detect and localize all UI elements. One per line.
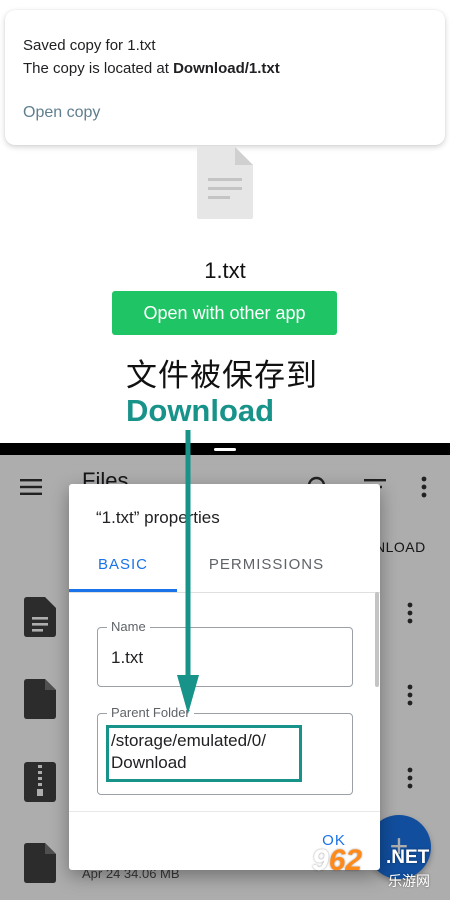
name-field-value: 1.txt	[111, 648, 144, 667]
watermark-cn: 乐游网	[388, 873, 430, 889]
dialog-scrollbar[interactable]	[375, 592, 379, 687]
split-screen-handle[interactable]	[214, 448, 236, 451]
annotation-caption: 文件被保存到	[126, 358, 318, 393]
snackbar-message-prefix: The copy is located at	[23, 60, 174, 77]
name-field[interactable]: Name 1.txt	[97, 619, 353, 687]
tab-basic[interactable]: BASIC	[69, 546, 177, 592]
saved-copy-pane: Saved copy for 1.txt The copy is located…	[0, 0, 450, 443]
snackbar-message-location: Download/1.txt	[173, 60, 280, 77]
watermark-number-a: 9	[312, 844, 329, 877]
snackbar-message: The copy is located at Download/1.txt	[23, 60, 280, 77]
document-icon	[197, 147, 253, 219]
site-watermark: 962 .NET 乐游网	[312, 838, 446, 894]
actions-divider	[69, 811, 380, 812]
snackbar-title: Saved copy for 1.txt	[23, 37, 156, 54]
watermark-net: .NET	[386, 847, 430, 868]
open-copy-button[interactable]: Open copy	[23, 104, 100, 122]
annotation-arrow-icon	[177, 430, 199, 714]
saved-copy-snackbar: Saved copy for 1.txt The copy is located…	[5, 10, 445, 145]
open-with-other-app-button[interactable]: Open with other app	[112, 291, 337, 335]
tabs-divider	[69, 592, 380, 593]
annotation-highlight-box	[106, 725, 302, 782]
watermark-number: 962	[312, 844, 362, 878]
watermark-number-b: 62	[328, 844, 363, 877]
name-field-label: Name	[107, 619, 150, 634]
annotation-caption-download: Download	[126, 393, 275, 428]
preview-file-name: 1.txt	[204, 258, 246, 283]
properties-dialog: “1.txt” properties BASIC PERMISSIONS Nam…	[69, 484, 380, 870]
tab-permissions[interactable]: PERMISSIONS	[189, 546, 344, 592]
